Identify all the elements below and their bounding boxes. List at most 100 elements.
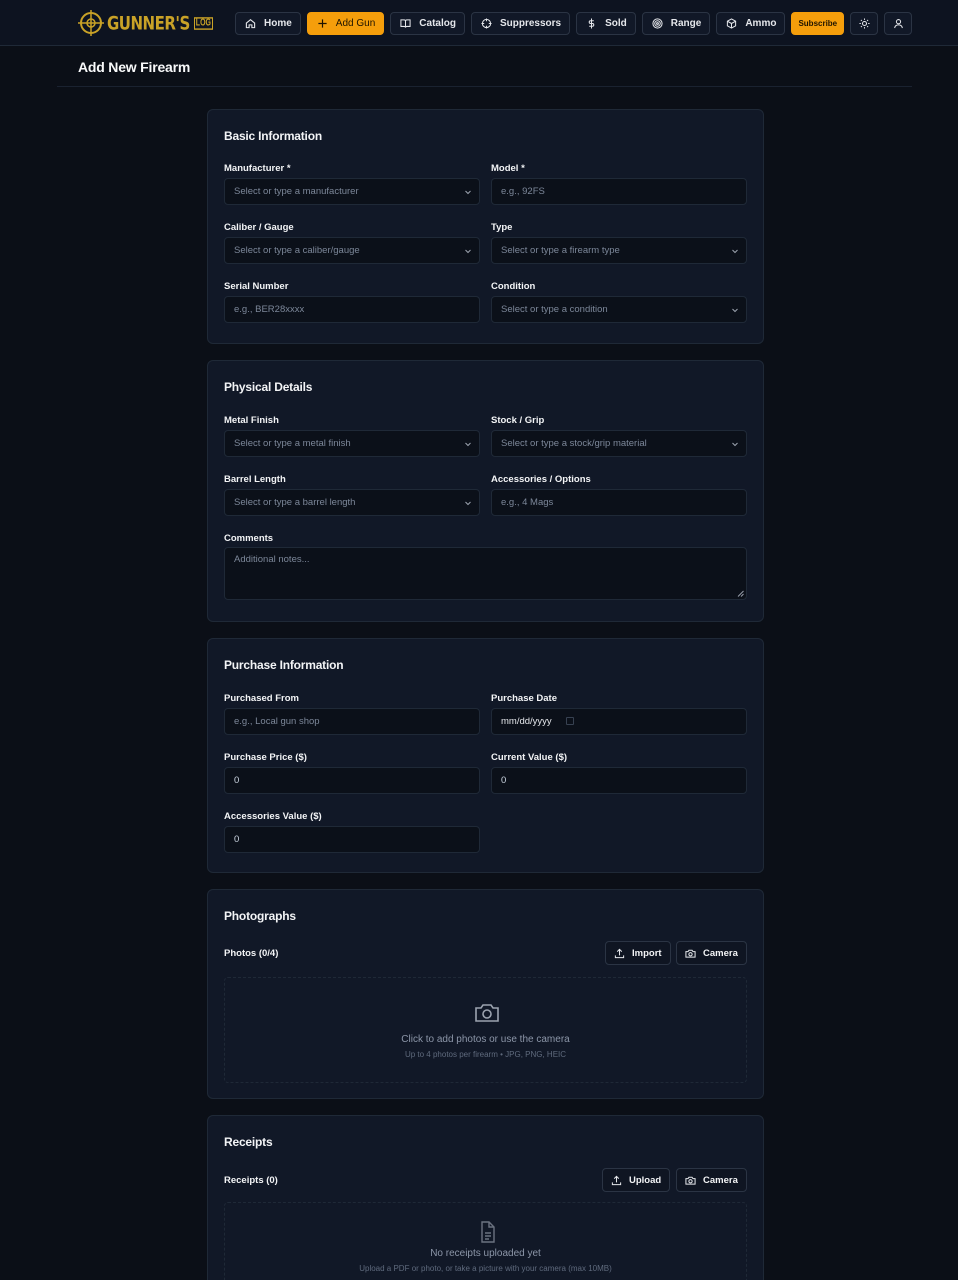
page-header: Add New Firearm — [57, 46, 912, 87]
user-icon — [893, 19, 903, 29]
purchase-price-input[interactable]: 0 — [224, 767, 480, 794]
plus-icon — [318, 19, 327, 28]
receipts-camera-button[interactable]: Camera — [676, 1168, 747, 1192]
physical-details-title: Physical Details — [224, 380, 313, 394]
chevron-down-icon — [465, 249, 471, 254]
nav-sold-label: Sold — [605, 18, 627, 29]
type-placeholder: Select or type a firearm type — [501, 245, 620, 256]
box-icon — [727, 18, 737, 29]
upload-label: Upload — [629, 1174, 662, 1186]
dollar-icon — [588, 18, 595, 29]
chevron-down-icon — [732, 249, 738, 254]
caliber-select[interactable]: Select or type a caliber/gauge — [224, 237, 480, 264]
condition-label: Condition — [491, 281, 536, 292]
upload-icon — [614, 948, 625, 958]
accessories-value-label: Accessories Value ($) — [224, 811, 322, 822]
nav-range-label: Range — [670, 18, 702, 29]
nav-range-button[interactable]: Range — [641, 12, 711, 35]
camera-label: Camera — [703, 947, 738, 959]
nav-sold-button[interactable]: Sold — [576, 12, 636, 35]
nav-ammo-label: Ammo — [745, 18, 777, 29]
photos-dropzone[interactable]: Click to add photos or use the camera Up… — [224, 977, 747, 1083]
purchased-from-input[interactable]: e.g., Local gun shop — [224, 708, 480, 735]
logo-text: GUNNER'S — [107, 11, 190, 35]
model-label: Model * — [491, 163, 525, 174]
type-select[interactable]: Select or type a firearm type — [491, 237, 747, 264]
comments-placeholder: Additional notes... — [234, 554, 310, 565]
barrel-length-select[interactable]: Select or type a barrel length — [224, 489, 480, 516]
stock-grip-placeholder: Select or type a stock/grip material — [501, 438, 647, 449]
serial-number-input[interactable]: e.g., BER28xxxx — [224, 296, 480, 323]
receipts-card: Receipts Receipts (0) Upload Camera No r… — [207, 1115, 764, 1280]
nav-home-button[interactable]: Home — [235, 12, 301, 35]
stock-grip-select[interactable]: Select or type a stock/grip material — [491, 430, 747, 457]
condition-placeholder: Select or type a condition — [501, 304, 608, 315]
purchase-information-card: Purchase Information Purchased From e.g.… — [207, 638, 764, 873]
type-label: Type — [491, 222, 513, 233]
subscribe-button[interactable]: Subscribe — [791, 12, 845, 35]
nav-suppressors-button[interactable]: Suppressors — [470, 12, 571, 35]
condition-select[interactable]: Select or type a condition — [491, 296, 747, 323]
receipts-empty-subtext: Upload a PDF or photo, or take a picture… — [359, 1264, 612, 1273]
nav-add-gun-label: Add Gun — [335, 18, 376, 29]
purchase-date-label: Purchase Date — [491, 693, 558, 704]
model-input[interactable]: e.g., 92FS — [491, 178, 747, 205]
caliber-label: Caliber / Gauge — [224, 222, 294, 233]
stock-grip-label: Stock / Grip — [491, 415, 545, 426]
target-icon — [652, 18, 663, 29]
upload-icon — [611, 1175, 622, 1185]
resize-handle-icon[interactable] — [737, 590, 744, 597]
sun-icon — [859, 18, 870, 29]
crosshair-logo-icon — [78, 10, 104, 36]
photos-empty-subtext: Up to 4 photos per firearm • JPG, PNG, H… — [404, 1050, 567, 1059]
manufacturer-label: Manufacturer * — [224, 163, 291, 174]
photos-empty-text: Click to add photos or use the camera — [401, 1034, 570, 1045]
receipts-empty-text: No receipts uploaded yet — [430, 1248, 541, 1259]
file-icon — [481, 1221, 495, 1243]
comments-textarea[interactable]: Additional notes... — [224, 547, 747, 600]
current-value-input[interactable]: 0 — [491, 767, 747, 794]
nav-ammo-button[interactable]: Ammo — [716, 12, 786, 35]
chevron-down-icon — [465, 190, 471, 195]
serial-number-label: Serial Number — [224, 281, 289, 292]
chevron-down-icon — [732, 308, 738, 313]
purchase-date-value: mm/dd/yyyy — [501, 716, 552, 727]
barrel-length-label: Barrel Length — [224, 474, 286, 485]
chevron-down-icon — [465, 501, 471, 506]
purchase-date-input[interactable]: mm/dd/yyyy — [491, 708, 747, 735]
current-value-label: Current Value ($) — [491, 752, 568, 763]
app-logo[interactable]: GUNNER'S LOG — [78, 9, 213, 37]
metal-finish-select[interactable]: Select or type a metal finish — [224, 430, 480, 457]
metal-finish-placeholder: Select or type a metal finish — [234, 438, 351, 449]
page-title: Add New Firearm — [78, 59, 191, 75]
calendar-icon[interactable] — [565, 717, 574, 726]
physical-details-card: Physical Details Metal Finish Select or … — [207, 360, 764, 622]
barrel-length-placeholder: Select or type a barrel length — [234, 497, 356, 508]
receipts-dropzone[interactable]: No receipts uploaded yet Upload a PDF or… — [224, 1202, 747, 1280]
photographs-card: Photographs Photos (0/4) Import Camera C… — [207, 889, 764, 1099]
receipts-camera-label: Camera — [703, 1174, 738, 1186]
import-photos-button[interactable]: Import — [605, 941, 671, 965]
receipts-count-label: Receipts (0) — [224, 1175, 278, 1186]
theme-toggle-button[interactable] — [850, 12, 879, 35]
photos-camera-button[interactable]: Camera — [676, 941, 747, 965]
accessories-value-input[interactable]: 0 — [224, 826, 480, 853]
camera-icon — [685, 949, 696, 958]
nav-home-label: Home — [264, 18, 292, 29]
purchase-information-title: Purchase Information — [224, 658, 344, 672]
book-icon — [400, 19, 411, 28]
manufacturer-select[interactable]: Select or type a manufacturer — [224, 178, 480, 205]
logo-subtext: LOG — [193, 16, 213, 30]
nav-catalog-button[interactable]: Catalog — [390, 12, 465, 35]
upload-receipt-button[interactable]: Upload — [602, 1168, 671, 1192]
home-icon — [245, 18, 256, 29]
nav-add-gun-button[interactable]: Add Gun — [306, 12, 385, 35]
nav-catalog-label: Catalog — [419, 18, 456, 29]
comments-label: Comments — [224, 533, 274, 544]
user-profile-button[interactable] — [884, 12, 913, 35]
import-label: Import — [632, 947, 662, 959]
accessories-input[interactable]: e.g., 4 Mags — [491, 489, 747, 516]
basic-information-card: Basic Information Manufacturer * Select … — [207, 109, 764, 344]
caliber-placeholder: Select or type a caliber/gauge — [234, 245, 360, 256]
purchased-from-label: Purchased From — [224, 693, 299, 704]
